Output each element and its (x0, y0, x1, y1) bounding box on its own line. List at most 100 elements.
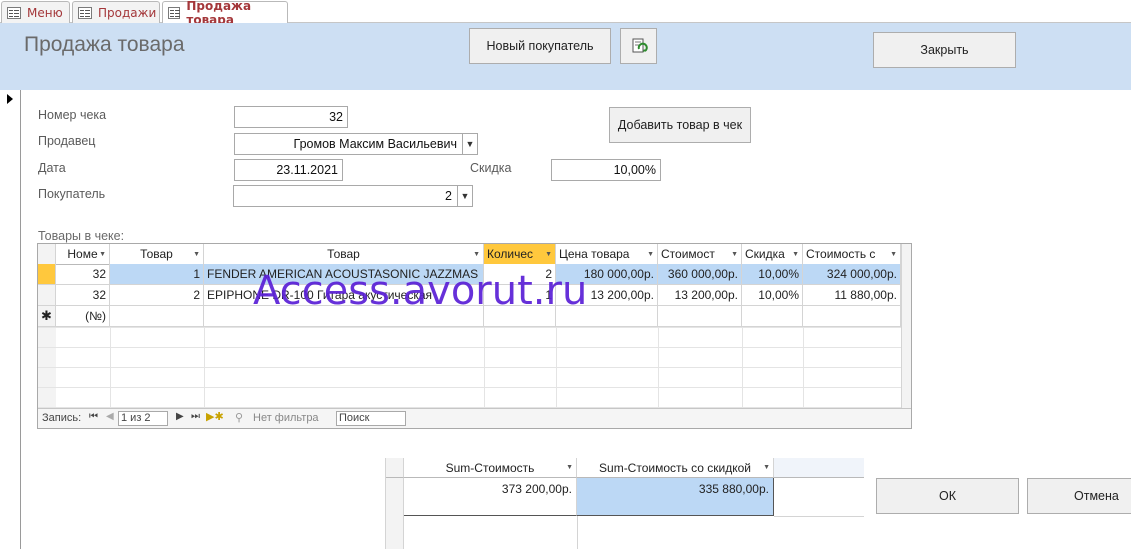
cancel-button[interactable]: Отмена (1027, 478, 1131, 514)
column-label: Стоимост (661, 247, 715, 261)
cell-receipt[interactable]: 32 (56, 264, 110, 285)
empty-cell[interactable] (803, 306, 901, 327)
gridline (774, 516, 864, 517)
cell-receipt[interactable]: 32 (56, 285, 110, 306)
cell-cost[interactable]: 360 000,00р. (658, 264, 742, 285)
row-selector[interactable] (386, 478, 404, 549)
column-dropdown-icon[interactable]: ▼ (792, 251, 799, 258)
column-dropdown-icon[interactable]: ▼ (566, 464, 573, 471)
column-dropdown-icon[interactable]: ▼ (763, 464, 770, 471)
discount-field[interactable]: 10,00% (551, 159, 661, 181)
column-header[interactable]: Товар ▼ (110, 244, 204, 265)
totals-header: Sum-Стоимость ▼ Sum-Стоимость со скидкой ▼ (386, 458, 864, 478)
column-dropdown-icon[interactable]: ▼ (99, 251, 106, 258)
new-record-icon: ✱ (38, 306, 56, 327)
empty-cell[interactable] (658, 306, 742, 327)
tab-sales[interactable]: Продажи (72, 1, 160, 23)
column-label: Цена товара (559, 247, 630, 261)
record-selector[interactable] (0, 90, 21, 549)
column-header[interactable]: Стоимость с ▼ (803, 244, 901, 265)
column-label: Количес (487, 247, 534, 261)
tab-label: Продажи (98, 5, 157, 20)
chevron-down-icon[interactable]: ▼ (457, 186, 472, 206)
receipt-label: Номер чека (38, 108, 107, 122)
cell-autonumber[interactable]: (№) (56, 306, 110, 327)
empty-grid-area (38, 327, 911, 409)
column-label: Товар (140, 247, 173, 261)
column-dropdown-icon[interactable]: ▼ (647, 251, 654, 258)
column-dropdown-icon[interactable]: ▼ (473, 251, 480, 258)
refresh-button[interactable] (620, 28, 657, 64)
seller-value: Громов Максим Васильевич (293, 137, 457, 151)
new-record-nav-icon[interactable]: ▶✱ (206, 410, 224, 423)
gridline (658, 327, 659, 409)
gridline (803, 327, 804, 409)
next-record-icon[interactable]: ▶ (176, 411, 184, 422)
search-input[interactable]: Поиск (336, 411, 406, 426)
cell-cost-discounted[interactable]: 11 880,00р. (803, 285, 901, 306)
form-icon (78, 6, 92, 19)
customer-label: Покупатель (38, 187, 106, 201)
previous-record-icon[interactable]: ◀ (106, 411, 114, 422)
column-dropdown-icon[interactable]: ▼ (890, 251, 897, 258)
totals-datasheet[interactable]: Sum-Стоимость ▼ Sum-Стоимость со скидкой ▼… (385, 458, 864, 549)
column-header-active[interactable]: Количес ▼ (484, 244, 556, 265)
column-header[interactable]: Цена товара ▼ (556, 244, 658, 265)
funnel-icon: ⚲ (235, 412, 244, 424)
form-header: Продажа товара Новый покупатель Закрыть (0, 23, 1131, 90)
empty-cell[interactable] (742, 306, 803, 327)
cell-item-id[interactable]: 2 (110, 285, 204, 306)
seller-combo[interactable]: Громов Максим Васильевич ▼ (234, 133, 478, 155)
column-header[interactable]: Товар ▼ (204, 244, 484, 265)
column-dropdown-icon[interactable]: ▼ (545, 251, 552, 258)
column-header[interactable]: Sum-Стоимость ▼ (404, 458, 577, 478)
items-label: Товары в чеке: (38, 229, 125, 243)
record-position-field[interactable]: 1 из 2 (118, 411, 168, 426)
column-dropdown-icon[interactable]: ▼ (193, 251, 200, 258)
tab-bar: Меню Продажи Продажа товара (0, 0, 1131, 27)
sum-cost-cell[interactable]: 373 200,00р. (404, 478, 577, 516)
new-customer-button[interactable]: Новый покупатель (469, 28, 611, 64)
discount-label: Скидка (470, 161, 512, 175)
empty-header (774, 458, 864, 478)
chevron-down-icon[interactable]: ▼ (462, 134, 477, 154)
column-header[interactable]: Скидка ▼ (742, 244, 803, 265)
cell-cost[interactable]: 13 200,00р. (658, 285, 742, 306)
date-field[interactable]: 23.11.2021 (234, 159, 343, 181)
receipt-number-field[interactable]: 32 (234, 106, 348, 128)
row-selector[interactable] (38, 264, 56, 285)
column-header[interactable]: Sum-Стоимость со скидкой ▼ (577, 458, 774, 478)
tab-menu[interactable]: Меню (1, 1, 70, 23)
column-dropdown-icon[interactable]: ▼ (731, 251, 738, 258)
vertical-scrollbar[interactable] (901, 244, 911, 409)
cell-discount[interactable]: 10,00% (742, 264, 803, 285)
column-label: Номе (67, 247, 98, 261)
customer-combo[interactable]: 2 ▼ (233, 185, 473, 207)
current-record-arrow-icon (7, 94, 13, 104)
tab-label: Меню (27, 5, 63, 20)
select-all-corner[interactable] (386, 458, 404, 478)
last-record-icon[interactable]: ⏭ (191, 411, 200, 422)
datasheet-header: Номе ▼ Товар ▼ Товар ▼ Количес ▼ Цена товара… (38, 244, 911, 265)
empty-cell[interactable] (110, 306, 204, 327)
cell-cost-discounted[interactable]: 324 000,00р. (803, 264, 901, 285)
select-all-corner[interactable] (38, 244, 56, 265)
gridline (577, 516, 578, 549)
page-title: Продажа товара (24, 33, 185, 56)
gridline (484, 327, 485, 409)
tab-sale-item[interactable]: Продажа товара (162, 0, 288, 27)
gridline (204, 327, 205, 409)
cell-item-id[interactable]: 1 (110, 264, 204, 285)
ok-button[interactable]: ОК (876, 478, 1019, 514)
close-button[interactable]: Закрыть (873, 32, 1016, 68)
sum-cost-discounted-cell[interactable]: 335 880,00р. (577, 478, 774, 516)
seller-label: Продавец (38, 134, 96, 148)
row-selector[interactable] (38, 285, 56, 306)
column-header[interactable]: Стоимост ▼ (658, 244, 742, 265)
column-label: Товар (327, 247, 360, 261)
add-item-button[interactable]: Добавить товар в чек (609, 107, 751, 143)
cell-discount[interactable]: 10,00% (742, 285, 803, 306)
no-filter-button[interactable]: Нет фильтра (253, 412, 319, 424)
first-record-icon[interactable]: ⏮ (89, 411, 98, 422)
column-header[interactable]: Номе ▼ (56, 244, 110, 265)
